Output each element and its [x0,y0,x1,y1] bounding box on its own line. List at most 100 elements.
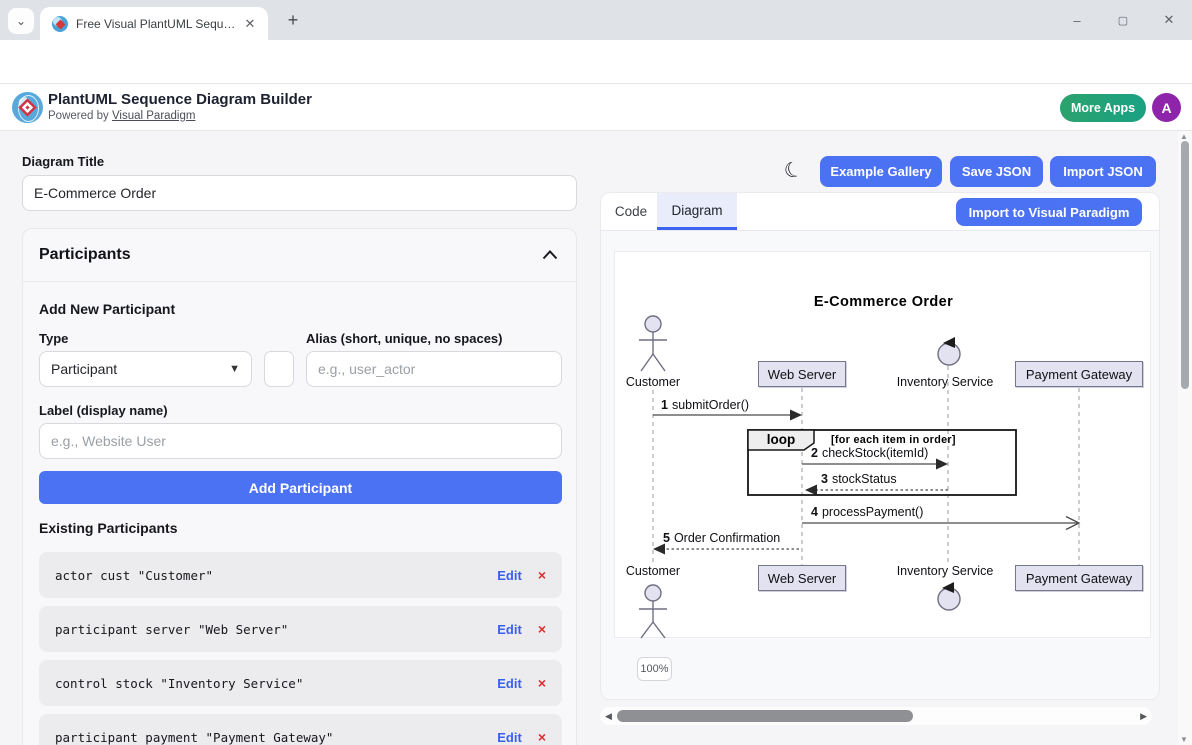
message-number: 4 [811,505,818,519]
type-label: Type [39,331,68,346]
display-name-label: Label (display name) [39,403,168,418]
message-text: submitOrder() [672,398,749,412]
horizontal-scrollbar[interactable]: ◀ ▶ [600,707,1152,725]
display-name-input[interactable] [39,423,562,459]
participant-row: participant server "Web Server" Edit × [39,606,562,652]
participant-color-input[interactable] [264,351,294,387]
message-text: processPayment() [822,505,923,519]
more-apps-button[interactable]: More Apps [1060,94,1146,122]
add-new-participant-title: Add New Participant [39,301,175,317]
participant-box-payment-gateway: Payment Gateway [1015,361,1143,387]
participant-code: participant payment "Payment Gateway" [55,730,333,745]
tab-diagram[interactable]: Diagram [657,193,737,230]
vertical-scrollbar-thumb[interactable] [1181,141,1189,389]
window-controls: – ▢ ✕ [1054,0,1192,40]
browser-window: ⌄ Free Visual PlantUML Sequence ✕ + – ▢ … [0,0,1192,745]
diagram-title-input[interactable] [22,175,577,211]
dark-mode-toggle-icon[interactable]: ☾ [781,156,807,186]
diagram-panel: Code Diagram Import to Visual Paradigm E… [600,192,1160,700]
loop-operator-label: loop [767,432,796,447]
tab-search-button[interactable]: ⌄ [8,8,34,34]
tab-code[interactable]: Code [605,193,657,230]
participant-box-payment-gateway-bottom: Payment Gateway [1015,565,1143,591]
add-participant-button[interactable]: Add Participant [39,471,562,504]
edit-participant-link[interactable]: Edit [497,622,522,637]
zoom-level-badge[interactable]: 100% [637,657,672,681]
control-icon-bottom [938,582,960,610]
vertical-scrollbar[interactable]: ▲ ▼ [1178,131,1192,745]
participant-row: actor cust "Customer" Edit × [39,552,562,598]
participant-type-value: Participant [51,361,117,377]
import-json-button[interactable]: Import JSON [1050,156,1156,187]
participant-code: participant server "Web Server" [55,622,288,637]
message-text: checkStock(itemId) [822,446,928,460]
message-number: 2 [811,446,818,460]
alias-label: Alias (short, unique, no spaces) [306,331,502,346]
participant-code: actor cust "Customer" [55,568,213,583]
horizontal-scrollbar-thumb[interactable] [617,710,913,722]
participant-box-web-server-bottom: Web Server [758,565,846,591]
participants-card: Participants Add New Participant Type Pa… [22,228,577,745]
delete-participant-icon[interactable]: × [538,729,546,745]
participant-row: participant payment "Payment Gateway" Ed… [39,714,562,745]
participant-label-inventory-service: Inventory Service [897,375,994,389]
window-minimize-button[interactable]: – [1054,0,1100,40]
import-to-visual-paradigm-button[interactable]: Import to Visual Paradigm [956,198,1142,226]
message-number: 1 [661,398,668,412]
edit-participant-link[interactable]: Edit [497,568,522,583]
app-title: PlantUML Sequence Diagram Builder [48,91,312,108]
existing-participants-title: Existing Participants [39,520,177,536]
participant-label-customer-bottom: Customer [626,564,680,578]
powered-by: Powered by Visual Paradigm [48,110,195,122]
message-number: 5 [663,531,670,545]
delete-participant-icon[interactable]: × [538,621,546,637]
participants-card-header[interactable]: Participants [23,229,576,282]
powered-by-prefix: Powered by [48,110,112,122]
scroll-down-icon[interactable]: ▼ [1180,735,1188,744]
loop-condition-label: [for each item in order] [831,434,956,446]
participant-type-select[interactable]: Participant ▼ [39,351,252,387]
browser-toolbar: ← → ⟳ ai-toolbox.visual-paradigm.com/app… [0,40,1192,84]
participant-box-web-server: Web Server [758,361,846,387]
actor-figure-bottom [639,585,667,638]
visual-paradigm-logo [12,92,43,123]
browser-tab[interactable]: Free Visual PlantUML Sequence ✕ [40,7,268,40]
panel-tabbar: Code Diagram Import to Visual Paradigm [601,193,1159,231]
window-close-button[interactable]: ✕ [1146,0,1192,40]
diagram-viewport[interactable]: E-Commerce Order [601,231,1159,700]
participant-row: control stock "Inventory Service" Edit × [39,660,562,706]
delete-participant-icon[interactable]: × [538,567,546,583]
tab-title: Free Visual PlantUML Sequence [76,17,238,31]
delete-participant-icon[interactable]: × [538,675,546,691]
diagram-title-label: Diagram Title [22,154,104,169]
browser-tabstrip: ⌄ Free Visual PlantUML Sequence ✕ + – ▢ … [0,0,1192,40]
user-avatar[interactable]: A [1152,93,1181,122]
edit-participant-link[interactable]: Edit [497,676,522,691]
example-gallery-button[interactable]: Example Gallery [820,156,942,187]
visual-paradigm-link[interactable]: Visual Paradigm [112,110,196,122]
actor-figure-top [639,316,667,371]
participants-title: Participants [39,246,131,264]
new-tab-button[interactable]: + [282,9,304,31]
control-icon-top [938,337,960,365]
scroll-up-icon[interactable]: ▲ [1180,132,1188,141]
message-label-3: 3 stockStatus [821,472,897,486]
app-header: PlantUML Sequence Diagram Builder Powere… [0,84,1192,131]
message-text: stockStatus [832,472,897,486]
collapse-chevron-icon[interactable] [542,249,558,260]
participant-code: control stock "Inventory Service" [55,676,303,691]
edit-participant-link[interactable]: Edit [497,730,522,745]
message-label-1: 1 submitOrder() [661,398,749,412]
scroll-right-icon[interactable]: ▶ [1140,711,1147,722]
visual-paradigm-favicon [52,16,68,32]
alias-input[interactable] [306,351,562,387]
message-text: Order Confirmation [674,531,780,545]
save-json-button[interactable]: Save JSON [950,156,1043,187]
tab-close-icon[interactable]: ✕ [242,16,258,32]
window-maximize-button[interactable]: ▢ [1100,0,1146,40]
scroll-left-icon[interactable]: ◀ [605,711,612,722]
page-body: Diagram Title Participants Add New Parti… [0,131,1178,745]
message-number: 3 [821,472,828,486]
participant-label-customer: Customer [626,375,680,389]
message-label-4: 4 processPayment() [811,505,923,519]
